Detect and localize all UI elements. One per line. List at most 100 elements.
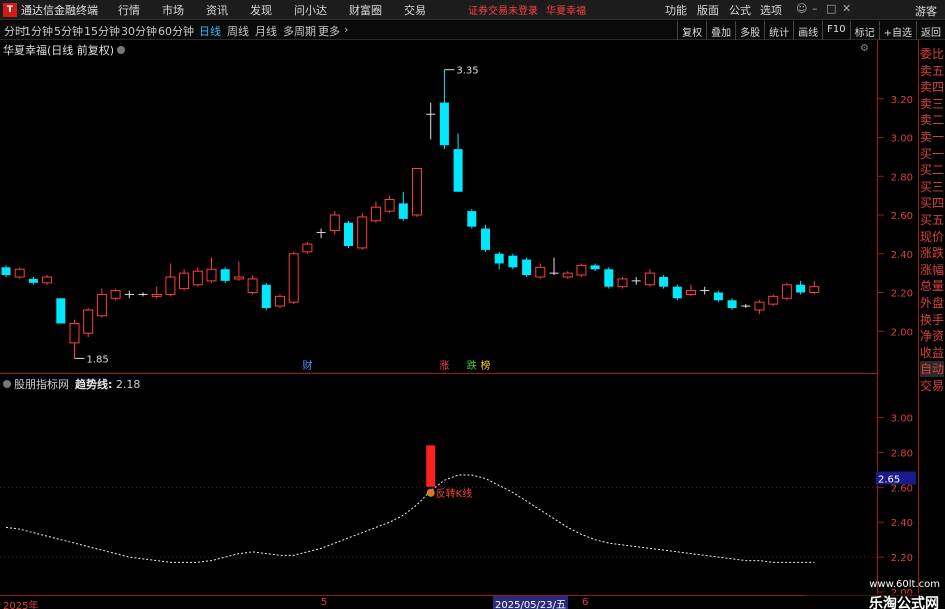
- candle-body: [686, 290, 696, 295]
- y-tick-label: 2.40: [891, 250, 913, 261]
- candle-body: [220, 269, 230, 281]
- candle-body: [233, 276, 244, 280]
- date-tick: 5: [321, 597, 328, 608]
- y-tick-label: 2.00: [891, 327, 913, 338]
- quote-field-label: 换手: [920, 312, 945, 327]
- candle-body: [110, 290, 121, 299]
- quote-field-label: 总量: [920, 279, 945, 294]
- candle-body: [14, 268, 25, 278]
- candle-body: [398, 203, 408, 219]
- quote-field-label: 买二: [920, 163, 945, 178]
- quote-field-label: 买五: [920, 213, 945, 227]
- candle-body: [344, 222, 353, 246]
- signal-icon: [426, 488, 435, 497]
- quote-field-label: 净资: [920, 329, 945, 344]
- ind-y-tick-label: 2.80: [891, 448, 913, 459]
- event-marker: 跌: [467, 359, 477, 372]
- candle-body: [56, 298, 66, 324]
- y-tick-label: 3.00: [891, 134, 913, 145]
- candle-body: [192, 270, 203, 286]
- candle-body: [453, 149, 463, 192]
- candle-body: [754, 301, 765, 311]
- quote-field-label: 外盘: [920, 296, 945, 310]
- candle-body: [329, 214, 340, 231]
- low-price-label: 1.85: [87, 354, 109, 365]
- candle-body: [370, 206, 381, 222]
- quote-field-label: 委比: [920, 47, 945, 61]
- guest-label[interactable]: 游客: [915, 3, 937, 19]
- high-price-label: 3.35: [456, 66, 478, 77]
- candle-body: [768, 295, 779, 305]
- candle-body: [617, 278, 628, 288]
- candle-body: [288, 253, 299, 303]
- y-tick-label: 2.60: [891, 211, 913, 222]
- tool-back[interactable]: 返回: [916, 21, 945, 40]
- candle-body: [384, 199, 395, 212]
- candle-body: [781, 284, 792, 299]
- candle-body: [275, 295, 285, 307]
- candle-body: [96, 293, 107, 317]
- candle-body: [261, 284, 271, 308]
- quote-field-label: 买三: [920, 179, 945, 194]
- signal-bar: [426, 445, 436, 487]
- candle-body: [28, 278, 38, 283]
- quote-field-label: 卖三: [920, 96, 945, 111]
- candle-body: [727, 300, 737, 308]
- candle-body: [151, 293, 162, 297]
- current-value-label: 2.65: [878, 475, 900, 486]
- quote-field-label: 收益: [920, 345, 945, 360]
- quote-field-label: 卖五: [920, 63, 945, 78]
- candle-body: [247, 278, 258, 293]
- candle-body: [659, 277, 669, 287]
- candle-body: [42, 276, 53, 284]
- date-tick: 2025年: [3, 601, 39, 609]
- event-marker: 涨: [439, 360, 449, 372]
- ind-y-tick-label: 2.40: [891, 518, 913, 529]
- candle-body: [562, 272, 573, 278]
- candle-body: [494, 253, 504, 264]
- watermark: 乐淘公式网: [806, 593, 945, 609]
- quote-field-label: 卖四: [920, 80, 945, 95]
- candle-body: [83, 309, 94, 334]
- ind-y-tick-label: 2.20: [891, 553, 913, 564]
- quote-field-label[interactable]: 交易: [920, 378, 944, 394]
- quote-field-label: 涨跌: [920, 246, 945, 261]
- candle-body: [439, 102, 449, 146]
- event-marker: 榜: [481, 359, 491, 372]
- event-marker: 财: [302, 359, 312, 372]
- watermark-url: www.60lt.com: [869, 579, 940, 590]
- y-tick-label: 2.80: [891, 172, 913, 183]
- candle-body: [713, 292, 723, 301]
- candle-body: [604, 269, 614, 287]
- candle-body: [590, 265, 600, 270]
- chart-canvas[interactable]: 3.203.002.802.602.402.202.003.002.802.60…: [0, 0, 918, 595]
- candle-body: [69, 323, 80, 344]
- candle-body: [1, 267, 11, 276]
- date-tick: 6: [582, 597, 589, 608]
- quote-field-label: 买一: [920, 146, 945, 161]
- signal-label: 反转K线: [436, 487, 473, 500]
- cursor-date-label: 2025/05/23/五: [493, 596, 569, 609]
- candle-body: [508, 255, 518, 268]
- candle-body: [206, 268, 217, 282]
- quote-field-label: 卖二: [920, 113, 945, 128]
- quote-field-label[interactable]: 自动: [920, 361, 945, 378]
- candle-body: [522, 259, 532, 276]
- quote-field-label: 买四: [920, 196, 945, 211]
- candle-body: [535, 266, 546, 278]
- candle-body: [357, 216, 368, 249]
- candle-body: [796, 284, 806, 293]
- quote-side-panel: 委比 卖五 卖四 卖三 卖二 卖一 买一 买二 买三 买四 买五 现价 涨跌 涨幅 总量 外盘 换手 净资 收益 自动…: [918, 40, 945, 595]
- candle-body: [412, 168, 422, 216]
- y-tick-label: 3.20: [891, 95, 913, 106]
- candle-body: [481, 228, 490, 250]
- candle-body: [165, 276, 176, 295]
- candle-body: [179, 272, 190, 290]
- quote-field-label: 卖一: [920, 130, 945, 144]
- y-tick-label: 2.20: [891, 289, 913, 300]
- quote-field-label: 涨幅: [920, 262, 945, 277]
- candle-body: [302, 243, 313, 253]
- ind-y-tick-label: 3.00: [891, 413, 913, 424]
- candle-body: [644, 272, 655, 286]
- trend-line: [5, 474, 815, 563]
